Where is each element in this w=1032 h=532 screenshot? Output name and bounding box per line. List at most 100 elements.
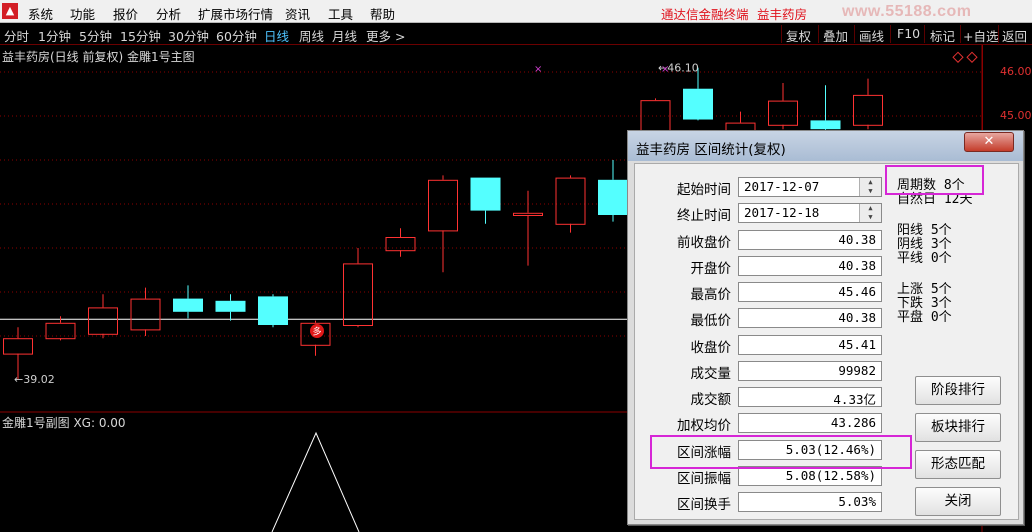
close-price-label: 收盘价: [690, 340, 732, 356]
menu-quote[interactable]: 报价: [113, 4, 138, 23]
price-axis-label: 45.00: [1000, 109, 1032, 122]
sub-chart-title: 金雕1号副图 XG: 0.00: [2, 416, 126, 430]
toolbar-separator: [818, 25, 819, 43]
end-date-picker[interactable]: 2017-12-18 ▲ ▼: [738, 203, 882, 223]
interval-change-field: 5.03(12.46%): [738, 440, 882, 460]
turnover-amount-label: 成交额: [690, 392, 732, 408]
menu-help[interactable]: 帮助: [370, 4, 395, 23]
candle-body: [130, 298, 161, 331]
spin-up-icon[interactable]: ▲: [860, 178, 881, 187]
flat-line-count: 平线 0个: [897, 251, 952, 266]
sector-ranking-button[interactable]: 板块排行: [915, 413, 1001, 442]
candle-body: [173, 298, 203, 312]
tool-mark[interactable]: 标记: [930, 26, 955, 45]
menu-news[interactable]: 资讯: [285, 4, 310, 23]
period-30min[interactable]: 30分钟: [168, 26, 209, 45]
fall-count: 下跌 3个: [897, 296, 952, 311]
toolbar-separator: [924, 25, 925, 43]
date-spinner[interactable]: ▲ ▼: [859, 178, 881, 196]
period-timeshare[interactable]: 分时: [4, 26, 29, 45]
date-spinner[interactable]: ▲ ▼: [859, 204, 881, 222]
toolbar-separator: [960, 25, 961, 43]
period-monthly[interactable]: 月线: [332, 26, 357, 45]
interval-turnover-label: 区间换手: [677, 497, 731, 513]
candle-body: [768, 100, 798, 126]
menu-extended-market[interactable]: 扩展市场行情: [198, 4, 273, 23]
period-60min[interactable]: 60分钟: [216, 26, 257, 45]
open-price-field: 40.38: [738, 256, 882, 276]
candle-body: [343, 263, 373, 326]
start-date-picker[interactable]: 2017-12-07 ▲ ▼: [738, 177, 882, 197]
spin-up-icon[interactable]: ▲: [860, 204, 881, 213]
tool-draw-line[interactable]: 画线: [859, 26, 884, 45]
weighted-avg-field: 43.286: [738, 413, 882, 433]
pattern-match-button[interactable]: 形态匹配: [915, 450, 1001, 479]
buy-signal-label: 多: [312, 326, 321, 338]
tool-overlay[interactable]: 叠加: [823, 26, 848, 45]
open-price-label: 开盘价: [690, 261, 732, 277]
promo-terminal-link[interactable]: 通达信金融终端: [661, 4, 749, 23]
period-5min[interactable]: 5分钟: [79, 26, 112, 45]
prev-close-field: 40.38: [738, 230, 882, 250]
flat-count: 平盘 0个: [897, 310, 952, 325]
interval-change-label: 区间涨幅: [677, 445, 731, 461]
candle-body: [513, 212, 543, 217]
period-more[interactable]: 更多 >: [366, 26, 405, 45]
dialog-titlebar[interactable]: 益丰药房 区间统计(复权) ✕: [628, 131, 1023, 161]
candle-body: [555, 177, 586, 225]
high-price-field: 45.46: [738, 282, 882, 302]
menu-bar: ▲ 系统 功能 报价 分析 扩展市场行情 资讯 工具 帮助 通达信金融终端 益丰…: [0, 0, 1032, 23]
interval-turnover-field: 5.03%: [738, 492, 882, 512]
mark-x-icon: ×: [661, 64, 669, 75]
close-button[interactable]: 关闭: [915, 487, 1001, 516]
dialog-body: 起始时间 终止时间 前收盘价 开盘价 最高价 最低价 收盘价 成交量 成交额 加…: [634, 163, 1019, 520]
diamond-icon: [966, 51, 978, 63]
interval-amplitude-label: 区间振幅: [677, 471, 731, 487]
toolbar-separator: [854, 25, 855, 43]
tool-f10[interactable]: F10: [897, 26, 920, 41]
app-logo-icon[interactable]: ▲: [2, 3, 18, 19]
end-time-label: 终止时间: [677, 208, 731, 224]
menu-analysis[interactable]: 分析: [156, 4, 181, 23]
tool-add-watchlist[interactable]: +自选: [963, 26, 998, 45]
low-price-marker: ←39.02: [14, 373, 55, 386]
menu-tools[interactable]: 工具: [328, 4, 353, 23]
interval-stats-dialog: 益丰药房 区间统计(复权) ✕ 起始时间 终止时间 前收盘价 开盘价 最高价 最…: [627, 130, 1024, 525]
tool-back[interactable]: 返回: [1002, 26, 1027, 45]
low-price-field: 40.38: [738, 308, 882, 328]
period-weekly[interactable]: 周线: [299, 26, 324, 45]
promo-stock-link[interactable]: 益丰药房: [757, 4, 807, 23]
close-icon[interactable]: ✕: [964, 132, 1014, 152]
interval-amplitude-field: 5.08(12.58%): [738, 466, 882, 486]
stage-ranking-button[interactable]: 阶段排行: [915, 376, 1001, 405]
weighted-avg-label: 加权均价: [677, 418, 731, 434]
candle-body: [810, 120, 841, 130]
rise-count: 上涨 5个: [897, 282, 952, 297]
period-daily[interactable]: 日线: [264, 26, 289, 45]
candle-body: [215, 300, 246, 312]
toolbar-separator: [998, 25, 999, 43]
tool-restore-rights[interactable]: 复权: [786, 26, 811, 45]
start-date-value: 2017-12-07: [744, 179, 820, 194]
menu-system[interactable]: 系统: [28, 4, 53, 23]
prev-close-label: 前收盘价: [677, 235, 731, 251]
candle-body: [683, 88, 713, 120]
mark-x-icon: ×: [534, 64, 542, 75]
volume-label: 成交量: [690, 366, 732, 382]
low-price-label: 最低价: [690, 313, 732, 329]
period-15min[interactable]: 15分钟: [120, 26, 161, 45]
candle-body: [88, 307, 118, 335]
volume-field: 99982: [738, 361, 882, 381]
candle-body: [258, 296, 288, 325]
candle-body: [428, 179, 458, 232]
price-axis-label: 46.00: [1000, 65, 1032, 78]
yang-count: 阳线 5个: [897, 223, 952, 238]
spin-down-icon[interactable]: ▼: [860, 213, 881, 222]
menu-function[interactable]: 功能: [70, 4, 95, 23]
toolbar-separator: [890, 25, 891, 43]
spin-down-icon[interactable]: ▼: [860, 187, 881, 196]
period-1min[interactable]: 1分钟: [38, 26, 71, 45]
candle-body: [853, 94, 883, 126]
high-price-label: 最高价: [690, 287, 732, 303]
end-date-value: 2017-12-18: [744, 205, 820, 220]
